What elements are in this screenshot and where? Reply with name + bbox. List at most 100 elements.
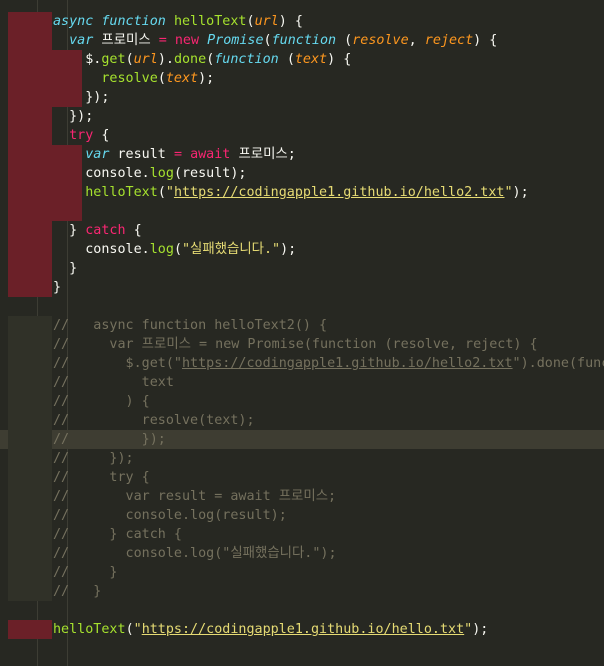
gutter-diff-marker: [8, 487, 52, 506]
code-text: // ) {: [53, 392, 150, 411]
code-line[interactable]: }: [0, 278, 604, 297]
code-token: (: [173, 242, 182, 257]
code-token: reject: [424, 33, 474, 48]
code-line[interactable]: // } catch {: [0, 525, 604, 544]
code-token: =: [158, 33, 167, 48]
code-text: // });: [53, 449, 134, 468]
code-line[interactable]: console.log(result);: [0, 164, 604, 183]
code-text: // });: [53, 430, 166, 449]
code-line[interactable]: }: [0, 259, 604, 278]
gutter-diff-marker: [8, 411, 52, 430]
code-text: // console.log(result);: [53, 506, 287, 525]
gutter-diff-marker: [8, 430, 52, 449]
code-link[interactable]: https://codingapple1.github.io/hello2.tx…: [182, 356, 513, 371]
code-token: // $.get(": [53, 356, 182, 371]
code-line[interactable]: // console.log(result);: [0, 506, 604, 525]
code-token: (: [173, 166, 182, 181]
gutter-diff-marker: [8, 544, 52, 563]
code-token: }: [69, 261, 78, 276]
code-line[interactable]: var 프로미스 = new Promise(function (resolve…: [0, 31, 604, 50]
code-text: // console.log("실패했습니다.");: [53, 544, 337, 563]
code-token: // console.log(result);: [53, 508, 287, 523]
code-editor[interactable]: async function helloText(url) { var 프로미스…: [0, 0, 604, 666]
code-text: $.get(url).done(function (text) {: [53, 50, 351, 69]
code-token: );: [198, 71, 215, 86]
code-token: url: [133, 52, 158, 67]
code-token: resolve: [352, 33, 409, 48]
code-token: 프로미스: [101, 33, 151, 48]
code-line[interactable]: [0, 601, 604, 620]
code-token: function: [271, 33, 337, 48]
code-token: 프로미스: [238, 147, 288, 162]
code-line[interactable]: // ) {: [0, 392, 604, 411]
code-token: );: [230, 166, 247, 181]
code-token: }: [69, 223, 86, 238]
code-line[interactable]: // resolve(text);: [0, 411, 604, 430]
code-token: });: [85, 90, 110, 105]
code-line[interactable]: var result = await 프로미스;: [0, 145, 604, 164]
code-line[interactable]: // var 프로미스 = new Promise(function (reso…: [0, 335, 604, 354]
gutter-error-marker: [8, 107, 52, 126]
code-token: log: [149, 242, 174, 257]
code-token: ;: [287, 147, 296, 162]
code-link[interactable]: https://codingapple1.github.io/hello.txt: [142, 622, 464, 637]
code-line[interactable]: // });: [0, 430, 604, 449]
code-token: (: [286, 52, 295, 67]
code-line[interactable]: // var result = await 프로미스;: [0, 487, 604, 506]
gutter-error-marker: [8, 221, 52, 240]
gutter-diff-marker: [8, 373, 52, 392]
code-line[interactable]: // async function helloText2() {: [0, 316, 604, 335]
code-line[interactable]: // $.get("https://codingapple1.github.io…: [0, 354, 604, 373]
code-line[interactable]: try {: [0, 126, 604, 145]
code-line[interactable]: resolve(text);: [0, 69, 604, 88]
code-token: function: [101, 14, 166, 29]
code-token: ,: [408, 33, 425, 48]
code-token: async: [53, 14, 94, 29]
code-text: // text: [53, 373, 174, 392]
code-line[interactable]: // });: [0, 449, 604, 468]
code-token: resolve: [101, 71, 158, 86]
code-line[interactable]: // try {: [0, 468, 604, 487]
code-text: });: [53, 107, 93, 126]
code-line[interactable]: helloText("https://codingapple1.github.i…: [0, 620, 604, 639]
code-token: (: [125, 622, 134, 637]
code-token: // }: [53, 584, 102, 599]
code-line[interactable]: });: [0, 88, 604, 107]
code-token: (: [157, 185, 166, 200]
code-token: (: [344, 33, 353, 48]
code-token: // text: [53, 375, 174, 390]
code-text: helloText("https://codingapple1.github.i…: [53, 620, 488, 639]
code-text: try {: [53, 126, 109, 145]
code-line[interactable]: helloText("https://codingapple1.github.i…: [0, 183, 604, 202]
code-text: });: [53, 88, 109, 107]
code-line[interactable]: [0, 297, 604, 316]
code-token: "실패했습니다.": [182, 242, 281, 257]
gutter-error-marker: [8, 240, 52, 259]
code-line[interactable]: });: [0, 107, 604, 126]
code-line[interactable]: async function helloText(url) {: [0, 12, 604, 31]
code-line[interactable]: // text: [0, 373, 604, 392]
code-token: await: [190, 147, 231, 162]
gutter-diff-marker: [8, 316, 52, 335]
code-text: console.log("실패했습니다.");: [53, 240, 296, 259]
code-token: {: [125, 223, 142, 238]
code-line[interactable]: [0, 202, 604, 221]
code-line[interactable]: $.get(url).done(function (text) {: [0, 50, 604, 69]
code-link[interactable]: https://codingapple1.github.io/hello2.tx…: [174, 185, 505, 200]
code-token: );: [512, 185, 529, 200]
gutter-error-marker: [8, 202, 82, 221]
code-line[interactable]: // console.log("실패했습니다.");: [0, 544, 604, 563]
code-token: get: [101, 52, 126, 67]
code-token: result: [117, 147, 166, 162]
code-line[interactable]: } catch {: [0, 221, 604, 240]
code-line[interactable]: // }: [0, 563, 604, 582]
gutter-diff-marker: [8, 506, 52, 525]
gutter-diff-marker: [8, 392, 52, 411]
code-line[interactable]: // }: [0, 582, 604, 601]
code-line[interactable]: console.log("실패했습니다.");: [0, 240, 604, 259]
